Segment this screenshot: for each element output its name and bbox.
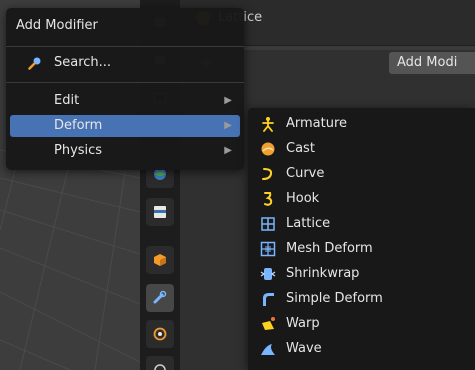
submenu-item-label: Shrinkwrap [286,266,360,281]
submenu-item-hook[interactable]: Hook [252,187,475,211]
submenu-item-label: Warp [286,316,320,331]
submenu-item-warp[interactable]: Warp [252,312,475,336]
mesh-deform-icon [260,241,276,257]
submenu-item-cast[interactable]: Cast [252,137,475,161]
submenu-item-label: Wave [286,341,322,356]
menu-separator [6,82,244,83]
curve-icon [262,168,273,180]
wave-icon [261,344,275,355]
submenu-item-wave[interactable]: Wave [252,337,475,361]
submenu-item-lattice[interactable]: Lattice [252,212,475,236]
submenu-item-shrinkwrap[interactable]: Shrinkwrap [252,262,475,286]
menu-search[interactable]: Search... [10,52,240,74]
simple-deform-icon [263,293,274,306]
menu-item-deform[interactable]: Deform ▶ [10,115,240,137]
object-icon [154,254,166,266]
submenu-item-label: Simple Deform [286,291,383,306]
shrinkwrap-icon [260,268,276,280]
submenu-arrow-icon: ▶ [224,120,232,131]
particles-icon [153,327,167,341]
object-tab[interactable] [146,246,174,274]
submenu-item-label: Lattice [286,216,331,231]
submenu-item-label: Mesh Deform [286,241,373,256]
particles-tab[interactable] [146,320,174,348]
submenu-item-label: Curve [286,166,325,181]
collection-icon [154,206,166,218]
armature-icon [262,117,274,132]
menu-item-edit[interactable]: Edit ▶ [10,90,240,112]
search-icon [28,57,41,70]
menu-separator [6,46,244,47]
menu-item-physics[interactable]: Physics ▶ [10,140,240,162]
cast-icon [261,142,275,156]
submenu-arrow-icon: ▶ [224,145,232,156]
submenu-item-mesh-deform[interactable]: Mesh Deform [252,237,475,261]
submenu-item-label: Cast [286,141,315,156]
blender-window: Lattice Add Modi + Add Modifier Search..… [0,0,475,370]
menu-title: Add Modifier [16,18,98,33]
deform-submenu: Armature Cast Curve Hook Lattice Mesh De… [248,108,475,370]
submenu-item-label: Hook [286,191,320,206]
physics-icon [154,364,166,370]
submenu-item-curve[interactable]: Curve [252,162,475,186]
menu-item-label: Edit [54,93,80,108]
add-modifier-button[interactable]: Add Modi [389,52,475,74]
lattice-icon [261,217,275,231]
submenu-item-simple-deform[interactable]: Simple Deform [252,287,475,311]
hook-icon [264,192,273,206]
modifier-tab[interactable] [146,284,174,312]
menu-item-label: Physics [54,143,103,158]
submenu-arrow-icon: ▶ [224,95,232,106]
physics-tab[interactable] [146,356,174,370]
search-label: Search... [54,55,112,70]
wrench-icon [153,290,167,304]
collection-tab[interactable] [146,198,174,226]
submenu-item-armature[interactable]: Armature [252,112,475,136]
warp-icon [262,317,275,330]
add-modifier-menu: Add Modifier Search... Edit ▶ Deform ▶ P… [6,8,244,170]
menu-item-label: Deform [54,118,103,133]
submenu-item-label: Armature [286,116,348,131]
